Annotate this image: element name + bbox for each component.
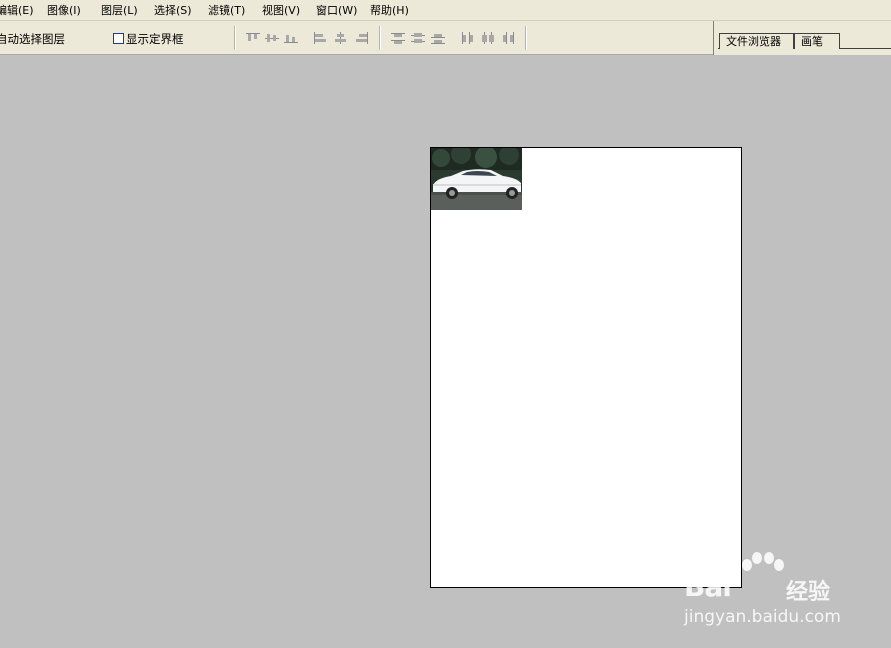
menu-bar: 编辑(E) 图像(I) 图层(L) 选择(S) 滤镜(T) 视图(V) 窗口(W… [0,0,891,21]
show-bounds-checkbox[interactable] [113,33,124,44]
menu-help[interactable]: 帮助(H) [370,4,409,17]
palette-well: 文件浏览器 画笔 [713,21,891,55]
menu-view[interactable]: 视图(V) [262,4,300,17]
separator [234,26,236,50]
watermark-brand-suffix: 经验 [786,580,831,605]
menu-select[interactable]: 选择(S) [154,4,192,17]
tab-brushes[interactable]: 画笔 [794,33,840,49]
baidu-paw-icon [742,552,784,571]
align-top-icon[interactable] [245,31,261,45]
menu-filter[interactable]: 滤镜(T) [208,4,245,17]
align-bottom-icon[interactable] [283,31,299,45]
menu-image[interactable]: 图像(I) [47,4,81,17]
distribute-top-icon[interactable] [390,31,406,45]
distribute-left-icon[interactable] [460,31,476,45]
distribute-bottom-icon[interactable] [430,31,446,45]
menu-layer[interactable]: 图层(L) [101,4,138,17]
distribute-vcenter-icon[interactable] [410,31,426,45]
watermark-brand: Bai [684,570,732,603]
align-left-icon[interactable] [312,31,328,45]
car-image-layer[interactable] [431,148,522,210]
tab-file-browser[interactable]: 文件浏览器 [719,33,794,49]
document-canvas[interactable] [430,147,742,588]
auto-select-layer-label[interactable]: 自动选择图层 [0,32,65,46]
distribute-hcenter-icon[interactable] [480,31,496,45]
watermark-url: jingyan.baidu.com [684,607,841,627]
car-photo [431,148,522,210]
align-hcenter-icon[interactable] [333,31,349,45]
show-bounds-label[interactable]: 显示定界框 [126,32,184,46]
align-right-icon[interactable] [354,31,370,45]
menu-window[interactable]: 窗口(W) [316,4,357,17]
separator [525,26,527,50]
distribute-right-icon[interactable] [500,31,516,45]
menu-edit[interactable]: 编辑(E) [0,4,34,17]
separator [379,26,381,50]
align-vcenter-icon[interactable] [264,31,280,45]
